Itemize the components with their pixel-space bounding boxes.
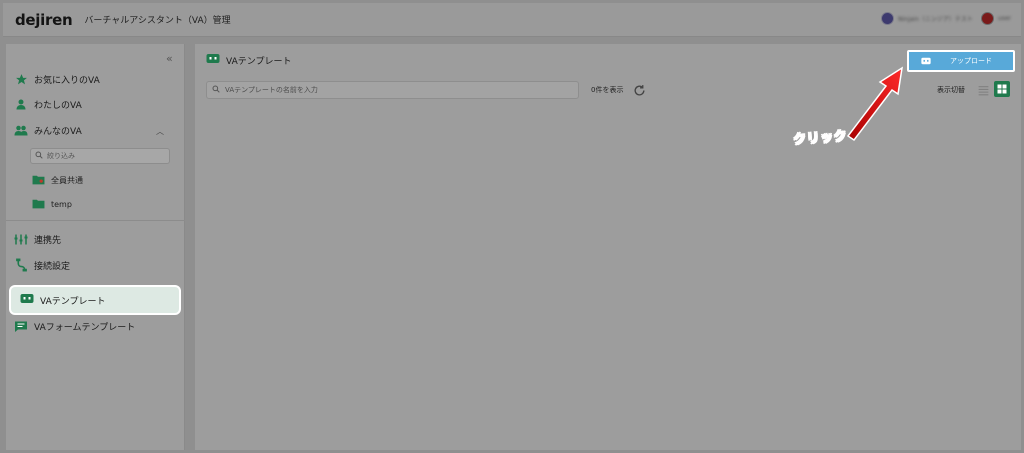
logo[interactable]: dejiren	[15, 11, 73, 29]
upload-button[interactable]: アップロード	[907, 50, 1015, 72]
sidebar: « お気に入りのVA わたしのVA みんなのVA ︿ 絞り込み 全員共通 tem…	[6, 44, 185, 450]
click-annotation-label: クリック	[792, 129, 848, 148]
sidebar-divider	[6, 220, 185, 221]
page-title: VAテンプレート	[206, 53, 291, 67]
connection-icon	[14, 258, 28, 272]
star-icon	[14, 72, 28, 86]
view-toggle-label: 表示切替	[937, 86, 965, 94]
person-icon	[14, 97, 28, 111]
folder-item-shared[interactable]: 全員共通	[32, 170, 83, 190]
va-template-icon	[20, 293, 34, 307]
list-view-icon[interactable]	[977, 82, 990, 101]
filter-placeholder: 絞り込み	[47, 152, 75, 160]
sidebar-item-favorites[interactable]: お気に入りのVA	[14, 68, 100, 90]
sidebar-item-label: お気に入りのVA	[34, 75, 100, 86]
folder-label: 全員共通	[51, 175, 83, 185]
chevron-up-icon[interactable]: ︿	[156, 126, 164, 137]
sidebar-filter-input[interactable]: 絞り込み	[30, 148, 170, 164]
header-account[interactable]: Ninjain（ニンジア）テスト user	[881, 12, 1011, 25]
sidebar-item-label: 接続設定	[34, 261, 71, 272]
sidebar-item-label: 連携先	[34, 235, 62, 246]
sidebar-item-va-form-template[interactable]: VAフォームテンプレート	[14, 315, 135, 337]
sidebar-item-my-va[interactable]: わたしのVA	[14, 93, 82, 115]
search-icon	[212, 85, 220, 95]
folder-label: temp	[51, 199, 72, 209]
people-icon	[14, 123, 28, 137]
sidebar-item-label: わたしのVA	[34, 100, 82, 111]
folder-icon	[32, 198, 45, 211]
refresh-icon[interactable]	[633, 82, 646, 101]
sidebar-item-connection-settings[interactable]: 接続設定	[14, 254, 70, 276]
app-title: バーチャルアシスタント（VA）管理	[84, 16, 231, 26]
org-name: Ninjain（ニンジア）テスト	[898, 16, 973, 23]
annotation-arrow	[846, 66, 903, 142]
sidebar-item-label: みんなのVA	[34, 126, 82, 137]
form-template-icon	[14, 319, 28, 333]
va-template-icon	[206, 53, 220, 67]
integrations-icon	[14, 232, 28, 246]
app-header: dejiren バーチャルアシスタント（VA）管理 Ninjain（ニンジア）テ…	[3, 3, 1021, 37]
org-avatar[interactable]	[881, 12, 895, 25]
sidebar-item-va-template[interactable]: VAテンプレート	[11, 287, 179, 313]
search-placeholder: VAテンプレートの名前を入力	[225, 86, 318, 94]
search-icon	[35, 151, 43, 161]
sidebar-item-label: VAフォームテンプレート	[34, 322, 136, 333]
sidebar-item-label: VAテンプレート	[40, 296, 106, 307]
sidebar-item-integrations[interactable]: 連携先	[14, 228, 61, 250]
grid-view-icon[interactable]	[994, 81, 1010, 97]
folder-item-temp[interactable]: temp	[32, 194, 72, 214]
sidebar-item-everyone-va[interactable]: みんなのVA	[14, 119, 82, 141]
user-name: user	[997, 15, 1011, 22]
collapse-sidebar-icon[interactable]: «	[166, 52, 173, 65]
template-search-input[interactable]: VAテンプレートの名前を入力	[206, 81, 579, 99]
upload-button-label: アップロード	[950, 57, 992, 65]
shared-folder-icon	[32, 174, 45, 187]
user-avatar[interactable]	[980, 12, 994, 25]
result-count: 0件を表示	[591, 86, 624, 94]
page-title-text: VAテンプレート	[226, 56, 292, 67]
